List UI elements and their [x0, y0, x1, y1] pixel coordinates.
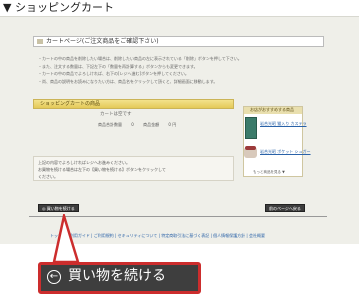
cart-title: カートページ(ご注文商品をご確認下さい): [46, 38, 159, 45]
arrow-left-icon: ←: [47, 270, 61, 284]
cart-title-bar: カートページ(ご注文商品をご確認下さい): [33, 36, 324, 47]
footer-links[interactable]: トップ | ご利用ガイド | ご利用規約 | セキュリティについて | 特定商取…: [50, 234, 265, 238]
recommend-header: お店がおすすめする商品: [244, 107, 302, 114]
total-count-value: 0: [131, 122, 134, 127]
product-image-lid: [245, 146, 256, 150]
instruction-line: ・カートの中の商品を削除したい場合は、削除したい商品の左に表示されている「削除」…: [38, 56, 242, 61]
total-price-value: 0 円: [168, 122, 177, 127]
message-line: ください。: [38, 174, 58, 179]
cart-section-title: ショッピングカートの商品: [40, 101, 101, 107]
total-price-label: 商品金額: [143, 122, 160, 127]
previous-page-button[interactable]: 前のページへ戻る: [265, 204, 305, 212]
square-icon: [37, 39, 43, 44]
message-line: 上記の内容でよろしければレジへお進みください。: [38, 160, 130, 165]
cart-totals: 商品合計数量 0 商品金額 0 円: [98, 123, 184, 127]
callout-pointer: [52, 214, 80, 264]
recommend-item-link[interactable]: 岩合光昭 ポケット シュガー: [260, 150, 311, 154]
continue-shopping-label: 買い物を続ける: [68, 268, 166, 284]
cart-section-bar: ショッピングカートの商品: [33, 99, 234, 109]
instruction-line: ・カートの中の商品でよろしければ、右下の[レジへ進む]ボタンを押してください。: [38, 71, 189, 76]
instruction-line: ・尚、商品の説明をお読みになりたい方は、商品名をクリックして頂くと、詳細画面に移…: [38, 79, 218, 84]
total-count-label: 商品合計数量: [98, 122, 122, 127]
instruction-line: ・また、注文する数量は、下記左下の「数量を再計算する」ボタンからも変更できます。: [38, 64, 198, 69]
page-heading: ▼ ショッピングカート: [3, 1, 114, 14]
recommend-item-link[interactable]: 岩合光昭 猫入り カステラ: [260, 122, 307, 126]
product-image[interactable]: [245, 117, 257, 139]
checkout-message-box: 上記の内容でよろしければレジへお進みください。 お買物を続ける場合は左下の【買い…: [33, 156, 234, 181]
more-products-link[interactable]: もっと商品を見る ▼: [253, 170, 285, 175]
continue-shopping-button-small[interactable]: ◎ 買い物を続ける: [38, 204, 79, 212]
message-line: お買物を続ける場合は左下の【買い物を続ける】ボタンをクリックして: [38, 167, 166, 172]
continue-shopping-button[interactable]: ← 買い物を続ける: [38, 262, 201, 294]
empty-cart-notice: カートは空です: [100, 112, 132, 117]
